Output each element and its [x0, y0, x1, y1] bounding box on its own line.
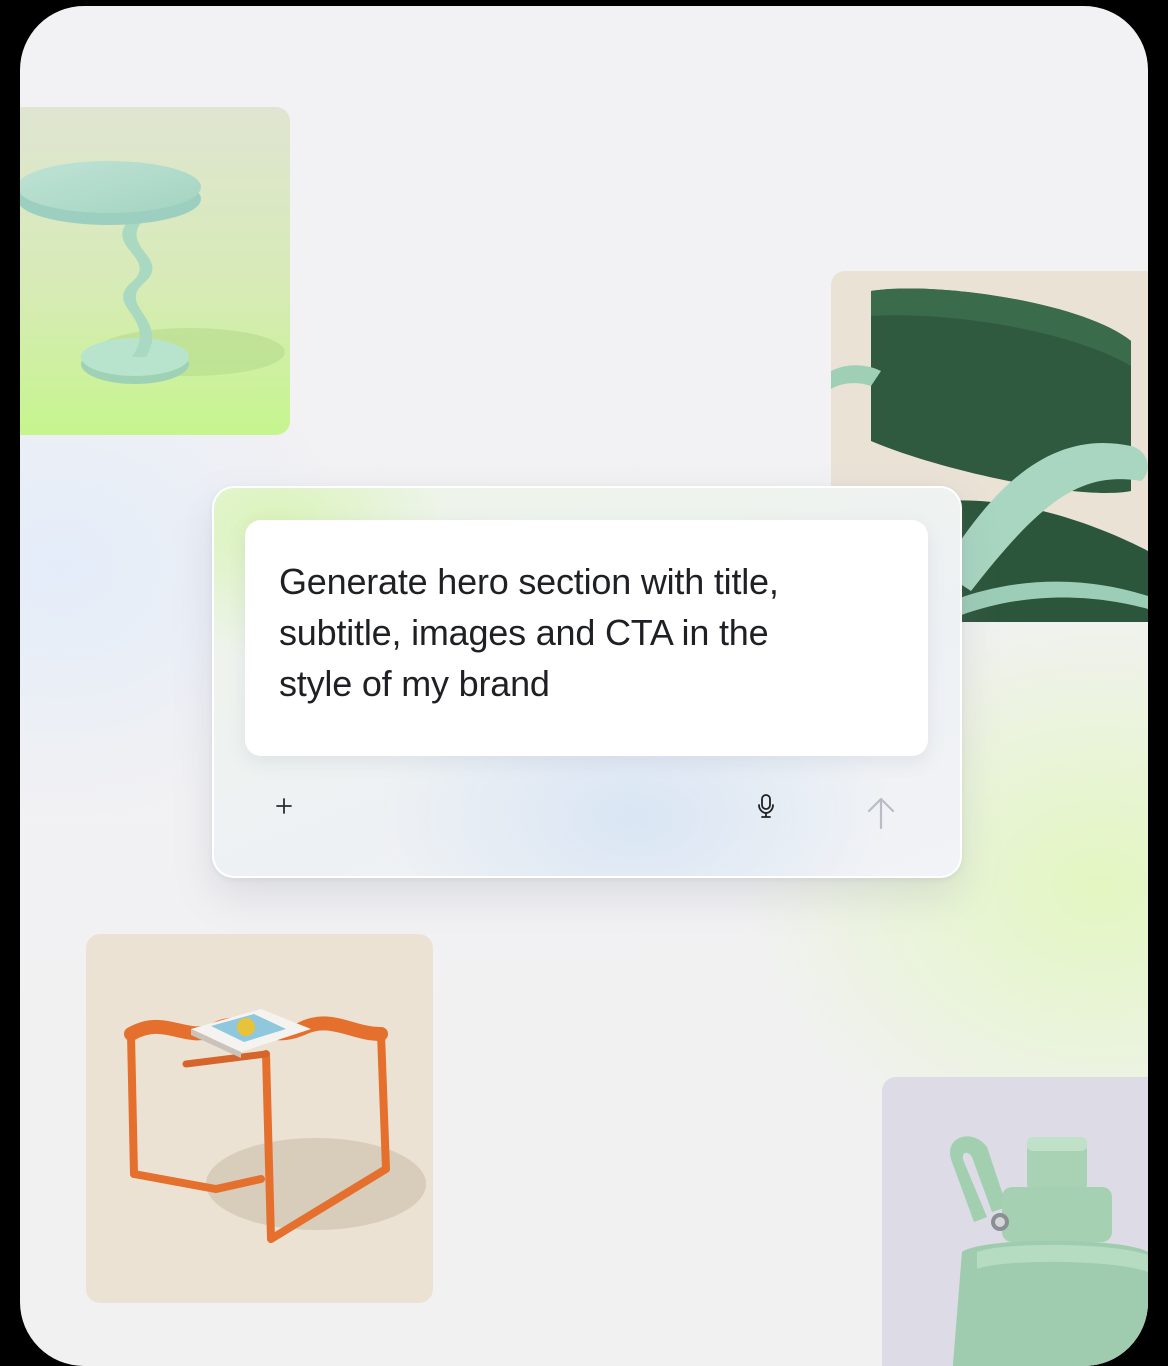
prompt-text[interactable]: Generate hero section with title, subtit… [279, 556, 819, 709]
prompt-composer: Generate hero section with title, subtit… [212, 486, 962, 878]
send-button[interactable] [858, 790, 904, 836]
side-table-image [20, 107, 290, 435]
hero-canvas: Generate hero section with title, subtit… [20, 6, 1148, 1366]
prompt-input[interactable]: Generate hero section with title, subtit… [245, 520, 928, 756]
water-bottle-image [882, 1077, 1148, 1366]
arrow-up-icon [867, 797, 895, 830]
stool-image [86, 934, 433, 1303]
add-attachment-button[interactable] [266, 788, 302, 824]
microphone-icon [758, 794, 774, 818]
voice-input-button[interactable] [748, 788, 784, 824]
plus-icon [276, 798, 292, 814]
